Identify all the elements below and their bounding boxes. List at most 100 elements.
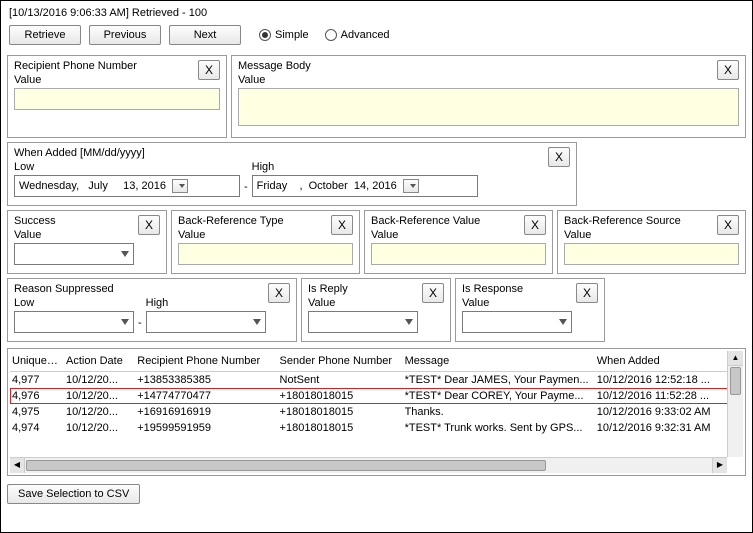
cell: 4,977 <box>12 374 66 386</box>
is-response-filter: Is Response Value X <box>455 278 605 342</box>
cell: +18018018015 <box>280 422 405 434</box>
recipient-phone-filter: Recipient Phone Number Value X <box>7 55 227 138</box>
cell: +18018018015 <box>280 406 405 418</box>
close-filter-button[interactable]: X <box>331 215 353 235</box>
col-message[interactable]: Message <box>405 355 597 367</box>
cell: *TEST* Trunk works. Sent by GPS... <box>405 422 597 434</box>
scroll-thumb[interactable] <box>730 367 741 395</box>
when-added-low-picker[interactable]: Wednesday, July 13, 2016 <box>14 175 240 197</box>
message-body-input[interactable] <box>238 88 739 126</box>
backref-source-filter: Back-Reference Source Value X <box>557 210 746 274</box>
close-filter-button[interactable]: X <box>576 283 598 303</box>
close-filter-button[interactable]: X <box>717 215 739 235</box>
close-filter-button[interactable]: X <box>717 60 739 80</box>
field-sublabel: Value <box>238 74 739 88</box>
success-filter: Success Value X <box>7 210 167 274</box>
simple-radio[interactable]: Simple <box>259 29 309 41</box>
reason-suppressed-high-combo[interactable] <box>146 311 266 333</box>
cell: 4,974 <box>12 422 66 434</box>
field-label: Reason Suppressed <box>14 283 290 297</box>
col-sender-phone[interactable]: Sender Phone Number <box>280 355 405 367</box>
simple-radio-label: Simple <box>275 29 309 41</box>
range-separator: - <box>134 317 146 329</box>
close-filter-button[interactable]: X <box>422 283 444 303</box>
backref-source-input[interactable] <box>564 243 739 265</box>
cell: 4,975 <box>12 406 66 418</box>
high-label: High <box>146 297 266 309</box>
is-reply-combo[interactable] <box>308 311 418 333</box>
col-when-added[interactable]: When Added <box>597 355 741 367</box>
close-filter-button[interactable]: X <box>138 215 160 235</box>
cell: *TEST* Dear JAMES, Your Paymen... <box>405 374 597 386</box>
close-filter-button[interactable]: X <box>548 147 570 167</box>
save-csv-button[interactable]: Save Selection to CSV <box>7 484 140 504</box>
is-response-combo[interactable] <box>462 311 572 333</box>
high-label: High <box>252 161 478 173</box>
field-sublabel: Value <box>178 229 353 243</box>
recipient-phone-input[interactable] <box>14 88 220 110</box>
when-added-high-picker[interactable]: Friday , October 14, 2016 <box>252 175 478 197</box>
col-action-date[interactable]: Action Date <box>66 355 137 367</box>
cell: +13853385385 <box>137 374 279 386</box>
cell: +16916916919 <box>137 406 279 418</box>
cell: 10/12/20... <box>66 374 137 386</box>
range-separator: - <box>240 181 252 193</box>
cell: 4,976 <box>12 390 66 402</box>
cell: *TEST* Dear COREY, Your Payme... <box>405 390 597 402</box>
results-grid: Unique Key Action Date Recipient Phone N… <box>7 348 746 476</box>
table-row[interactable]: 4,97510/12/20...+16916916919+18018018015… <box>10 404 743 420</box>
table-row[interactable]: 4,97610/12/20...+14774770477+18018018015… <box>10 388 743 404</box>
is-reply-filter: Is Reply Value X <box>301 278 451 342</box>
calendar-icon <box>172 179 188 193</box>
cell: 10/12/20... <box>66 406 137 418</box>
vertical-scrollbar[interactable] <box>727 351 743 457</box>
backref-value-filter: Back-Reference Value Value X <box>364 210 553 274</box>
retrieve-button[interactable]: Retrieve <box>9 25 81 45</box>
table-row[interactable]: 4,97710/12/20...+13853385385NotSent*TEST… <box>10 372 743 388</box>
backref-value-input[interactable] <box>371 243 546 265</box>
grid-body: 4,97710/12/20...+13853385385NotSent*TEST… <box>10 372 743 436</box>
toolbar: Retrieve Previous Next Simple Advanced <box>5 21 748 49</box>
close-filter-button[interactable]: X <box>198 60 220 80</box>
radio-icon <box>325 29 337 41</box>
next-button[interactable]: Next <box>169 25 241 45</box>
close-filter-button[interactable]: X <box>524 215 546 235</box>
reason-suppressed-filter: Reason Suppressed X Low - High <box>7 278 297 342</box>
advanced-radio-label: Advanced <box>341 29 390 41</box>
success-combo[interactable] <box>14 243 134 265</box>
cell: 10/12/20... <box>66 390 137 402</box>
cell: 10/12/20... <box>66 422 137 434</box>
field-sublabel: Value <box>371 229 546 243</box>
cell: 10/12/2016 9:33:02 AM <box>597 406 741 418</box>
cell: +19599591959 <box>137 422 279 434</box>
calendar-icon <box>403 179 419 193</box>
date-value: Friday , October 14, 2016 <box>257 180 397 192</box>
cell: +18018018015 <box>280 390 405 402</box>
message-body-filter: Message Body Value X <box>231 55 746 138</box>
when-added-filter: When Added [MM/dd/yyyy] X Low Wednesday,… <box>7 142 577 206</box>
date-value: Wednesday, July 13, 2016 <box>19 180 166 192</box>
close-filter-button[interactable]: X <box>268 283 290 303</box>
cell: 10/12/2016 11:52:28 ... <box>597 390 741 402</box>
col-unique-key[interactable]: Unique Key <box>12 355 66 367</box>
field-label: Back-Reference Type <box>178 215 353 229</box>
field-sublabel: Value <box>564 229 739 243</box>
table-row[interactable]: 4,97410/12/20...+19599591959+18018018015… <box>10 420 743 436</box>
backref-type-filter: Back-Reference Type Value X <box>171 210 360 274</box>
horizontal-scrollbar[interactable] <box>10 457 727 473</box>
previous-button[interactable]: Previous <box>89 25 161 45</box>
grid-header-row: Unique Key Action Date Recipient Phone N… <box>10 351 743 372</box>
field-label: Recipient Phone Number <box>14 60 220 74</box>
field-label: Back-Reference Value <box>371 215 546 229</box>
scroll-thumb[interactable] <box>26 460 546 471</box>
col-recipient-phone[interactable]: Recipient Phone Number <box>137 355 279 367</box>
radio-icon <box>259 29 271 41</box>
backref-type-input[interactable] <box>178 243 353 265</box>
field-label: Message Body <box>238 60 739 74</box>
advanced-radio[interactable]: Advanced <box>325 29 390 41</box>
cell: +14774770477 <box>137 390 279 402</box>
reason-suppressed-low-combo[interactable] <box>14 311 134 333</box>
field-sublabel: Value <box>14 74 220 88</box>
field-label: Back-Reference Source <box>564 215 739 229</box>
mode-radio-group: Simple Advanced <box>259 29 390 41</box>
